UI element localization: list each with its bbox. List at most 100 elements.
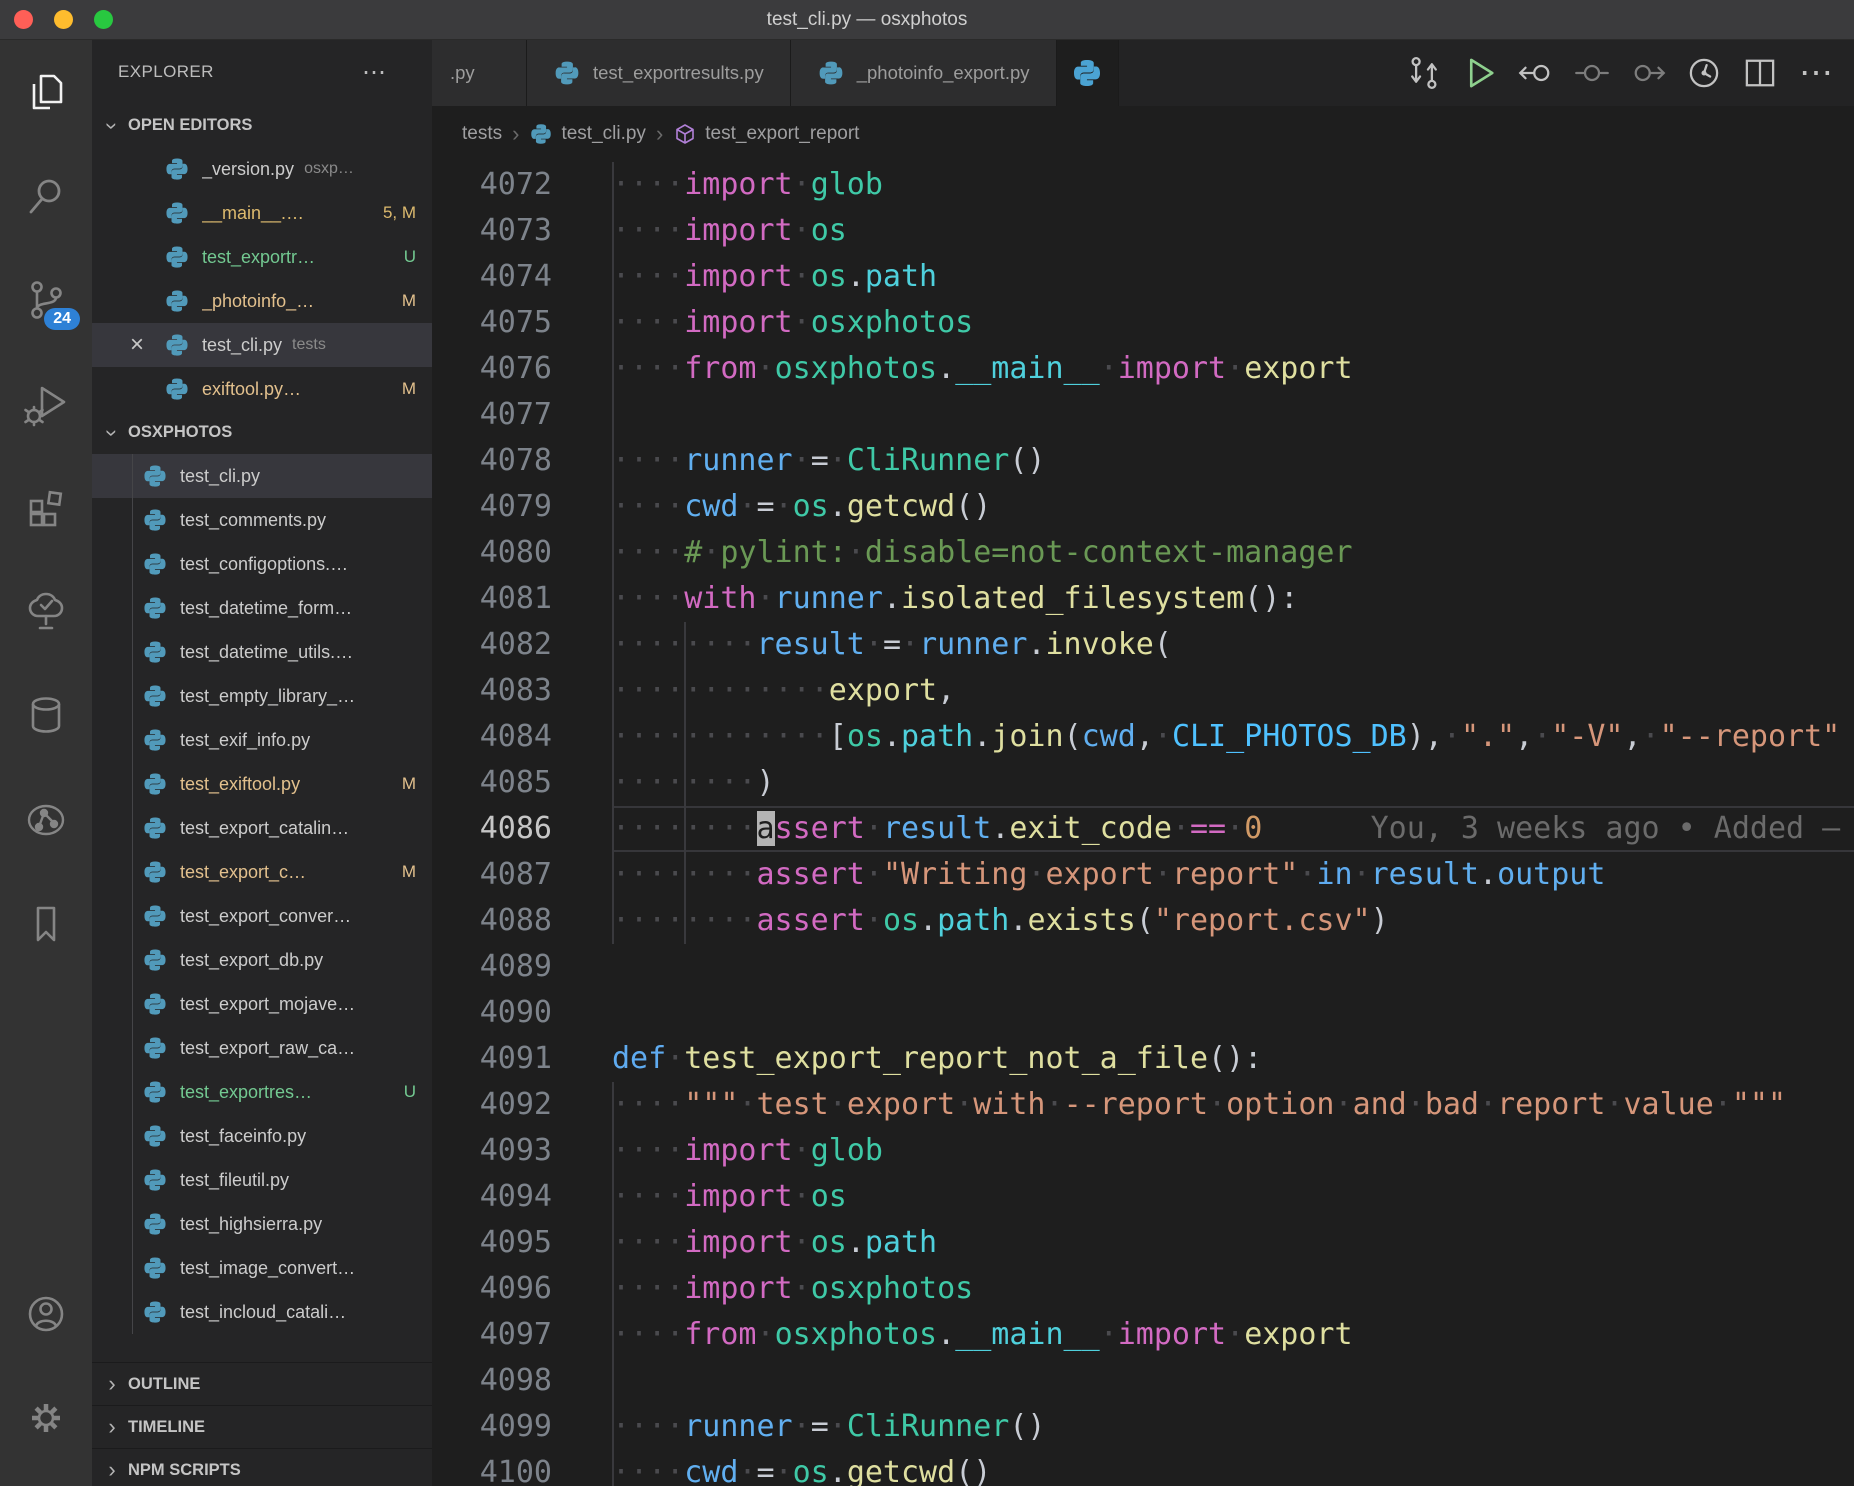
line-number[interactable]: 4093 bbox=[432, 1128, 552, 1174]
interactive-window-button[interactable] bbox=[1676, 40, 1732, 106]
breadcrumb-item[interactable]: tests bbox=[462, 123, 502, 145]
line-number[interactable]: 4079 bbox=[432, 484, 552, 530]
line-number[interactable]: 4099 bbox=[432, 1404, 552, 1450]
code-line-content: ····import·os bbox=[612, 1174, 1854, 1220]
tab[interactable]: .py bbox=[432, 40, 527, 106]
tree-item[interactable]: test_faceinfo.py bbox=[92, 1114, 432, 1158]
tree-item[interactable]: test_cli.py bbox=[92, 454, 432, 498]
line-number[interactable]: 4085 bbox=[432, 760, 552, 806]
navigate-position-button[interactable] bbox=[1564, 40, 1620, 106]
line-number[interactable]: 4092 bbox=[432, 1082, 552, 1128]
line-number[interactable]: 4100 bbox=[432, 1450, 552, 1486]
sidebar-more-actions-icon[interactable]: ⋯ bbox=[362, 58, 386, 87]
open-editor-item[interactable]: exiftool.py…M bbox=[92, 367, 432, 411]
line-number[interactable]: 4094 bbox=[432, 1174, 552, 1220]
tree-item-name: test_exif_info.py bbox=[180, 730, 310, 751]
activity-item-explorer[interactable] bbox=[0, 40, 92, 144]
line-number[interactable]: 4098 bbox=[432, 1358, 552, 1404]
tree-item[interactable]: test_comments.py bbox=[92, 498, 432, 542]
navigate-forward-button[interactable] bbox=[1620, 40, 1676, 106]
activity-item-bookmarks[interactable] bbox=[0, 872, 92, 976]
tree-item[interactable]: test_incloud_catali… bbox=[92, 1290, 432, 1334]
activity-item-extensions[interactable] bbox=[0, 456, 92, 560]
compare-changes-button[interactable] bbox=[1396, 40, 1452, 106]
tree-item[interactable]: test_export_conver… bbox=[92, 894, 432, 938]
line-number[interactable]: 4084 bbox=[432, 714, 552, 760]
breadcrumb-item[interactable]: test_export_report bbox=[673, 122, 859, 146]
section-header-timeline[interactable]: ›TIMELINE bbox=[92, 1405, 432, 1448]
line-number[interactable]: 4095 bbox=[432, 1220, 552, 1266]
line-number[interactable]: 4078 bbox=[432, 438, 552, 484]
tree-item[interactable]: test_export_mojave… bbox=[92, 982, 432, 1026]
tab[interactable]: _photoinfo_export.py bbox=[791, 40, 1057, 106]
more-actions-button[interactable]: ⋯ bbox=[1788, 40, 1844, 106]
open-editor-item[interactable]: _version.pyosxp… bbox=[92, 147, 432, 191]
tree-item[interactable]: test_exportres…U bbox=[92, 1070, 432, 1114]
split-editor-button[interactable] bbox=[1732, 40, 1788, 106]
activity-item-git-graph[interactable] bbox=[0, 768, 92, 872]
zoom-window-button[interactable] bbox=[94, 10, 113, 29]
line-number[interactable]: 4080 bbox=[432, 530, 552, 576]
tree-item[interactable]: test_export_c…M bbox=[92, 850, 432, 894]
section-header-npm-scripts[interactable]: ›NPM SCRIPTS bbox=[92, 1448, 432, 1486]
section-header-outline[interactable]: ›OUTLINE bbox=[92, 1362, 432, 1405]
line-number[interactable]: 4082 bbox=[432, 622, 552, 668]
tab[interactable]: test_exportresults.py bbox=[527, 40, 791, 106]
close-editor-icon[interactable]: × bbox=[130, 331, 144, 359]
activity-item-settings[interactable] bbox=[0, 1366, 92, 1470]
open-editor-item[interactable]: _photoinfo_…M bbox=[92, 279, 432, 323]
open-editors-section-header[interactable]: › OPEN EDITORS bbox=[92, 104, 432, 147]
line-number[interactable]: 4081 bbox=[432, 576, 552, 622]
close-window-button[interactable] bbox=[14, 10, 33, 29]
activity-item-todo-tree[interactable] bbox=[0, 560, 92, 664]
tree-item[interactable]: test_datetime_form… bbox=[92, 586, 432, 630]
line-number[interactable]: 4086 bbox=[432, 806, 552, 852]
navigate-back-button[interactable] bbox=[1508, 40, 1564, 106]
tree-item[interactable]: test_configoptions.… bbox=[92, 542, 432, 586]
tree-item[interactable]: test_exif_info.py bbox=[92, 718, 432, 762]
tree-item[interactable]: test_highsierra.py bbox=[92, 1202, 432, 1246]
python-file-icon bbox=[164, 288, 190, 314]
tree-item[interactable]: test_export_raw_ca… bbox=[92, 1026, 432, 1070]
line-number[interactable]: 4096 bbox=[432, 1266, 552, 1312]
line-number[interactable]: 4075 bbox=[432, 300, 552, 346]
open-editor-name: _photoinfo_… bbox=[202, 291, 314, 312]
tree-item-name: test_datetime_utils.… bbox=[180, 642, 353, 663]
line-number[interactable]: 4072 bbox=[432, 162, 552, 208]
activity-item-search[interactable] bbox=[0, 144, 92, 248]
chevron-right-icon: › bbox=[102, 1373, 122, 1395]
activity-item-database[interactable] bbox=[0, 664, 92, 768]
line-number[interactable]: 4089 bbox=[432, 944, 552, 990]
line-number[interactable]: 4091 bbox=[432, 1036, 552, 1082]
activity-item-account[interactable] bbox=[0, 1262, 92, 1366]
tree-item[interactable]: test_empty_library_… bbox=[92, 674, 432, 718]
code-editor[interactable]: 4072····import·glob4073····import·os4074… bbox=[432, 162, 1854, 1486]
open-editor-item[interactable]: test_exportr…U bbox=[92, 235, 432, 279]
breadcrumb-item[interactable]: test_cli.py bbox=[529, 122, 645, 146]
tab-pinned-active[interactable] bbox=[1057, 40, 1119, 106]
minimize-window-button[interactable] bbox=[54, 10, 73, 29]
line-number[interactable]: 4090 bbox=[432, 990, 552, 1036]
line-number[interactable]: 4073 bbox=[432, 208, 552, 254]
tree-item[interactable]: test_fileutil.py bbox=[92, 1158, 432, 1202]
tree-item[interactable]: test_datetime_utils.… bbox=[92, 630, 432, 674]
line-number[interactable]: 4077 bbox=[432, 392, 552, 438]
symbol-cube-icon bbox=[673, 122, 697, 146]
run-button[interactable] bbox=[1452, 40, 1508, 106]
tree-item[interactable]: test_export_catalin… bbox=[92, 806, 432, 850]
open-editor-item[interactable]: ×test_cli.pytests bbox=[92, 323, 432, 367]
line-number[interactable]: 4097 bbox=[432, 1312, 552, 1358]
open-editor-item[interactable]: __main__.…5, M bbox=[92, 191, 432, 235]
extensions-icon bbox=[22, 484, 70, 532]
line-number[interactable]: 4087 bbox=[432, 852, 552, 898]
line-number[interactable]: 4076 bbox=[432, 346, 552, 392]
activity-item-source-control[interactable]: 24 bbox=[0, 248, 92, 352]
line-number[interactable]: 4088 bbox=[432, 898, 552, 944]
line-number[interactable]: 4074 bbox=[432, 254, 552, 300]
project-section-header[interactable]: › OSXPHOTOS bbox=[92, 411, 432, 454]
tree-item[interactable]: test_export_db.py bbox=[92, 938, 432, 982]
tree-item[interactable]: test_image_convert… bbox=[92, 1246, 432, 1290]
activity-item-run-debug[interactable] bbox=[0, 352, 92, 456]
tree-item[interactable]: test_exiftool.pyM bbox=[92, 762, 432, 806]
line-number[interactable]: 4083 bbox=[432, 668, 552, 714]
